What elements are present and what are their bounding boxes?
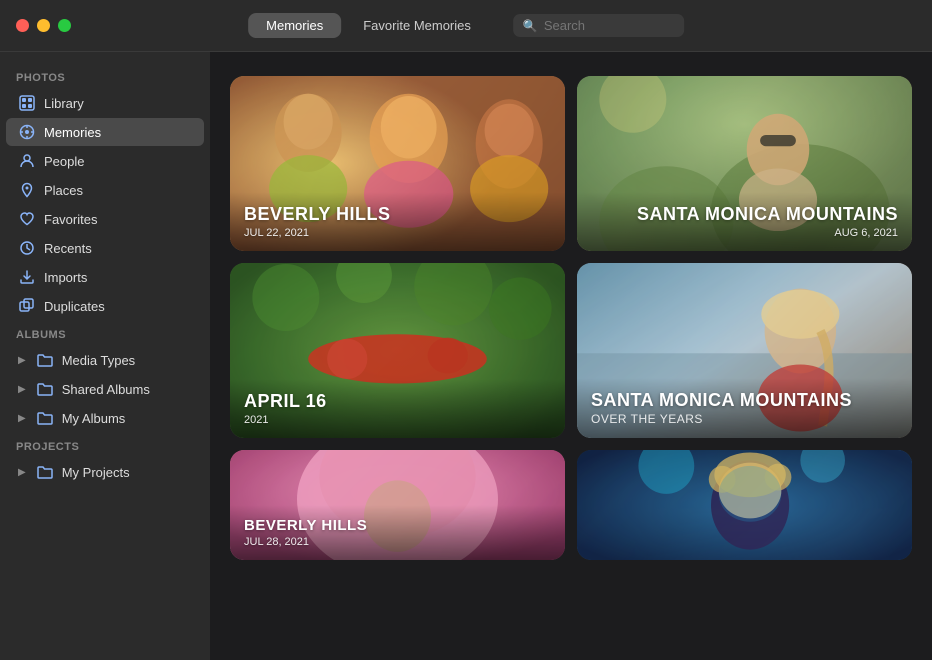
people-icon (18, 152, 36, 170)
sidebar-item-label: People (44, 154, 84, 169)
sidebar-item-label: Imports (44, 270, 87, 285)
memory-card-beverly-hills-1[interactable]: BEVERLY HILLS JUL 22, 2021 (230, 76, 565, 251)
sidebar-item-label: Favorites (44, 212, 97, 227)
sidebar-item-label: Shared Albums (62, 382, 150, 397)
memory-date: JUL 22, 2021 (244, 227, 551, 239)
albums-section-label: Albums (0, 321, 210, 345)
search-input[interactable] (544, 18, 674, 33)
memory-title: Santa Monica Mountains (591, 204, 898, 225)
search-icon: 🔍 (523, 19, 538, 33)
recents-icon (18, 239, 36, 257)
memory-title: Beverly Hills (244, 517, 551, 534)
memory-card-beverly-hills-2[interactable]: Beverly Hills JUL 28, 2021 (230, 450, 565, 560)
sidebar-item-label: My Albums (62, 411, 126, 426)
duplicates-icon (18, 297, 36, 315)
memory-card-concert[interactable] (577, 450, 912, 560)
expand-icon: ▶ (18, 355, 26, 366)
memory-card-santa-monica-2[interactable]: Santa Monica Mountains OVER THE YEARS (577, 263, 912, 438)
sidebar-item-places[interactable]: Places (6, 176, 204, 204)
folder-icon (36, 409, 54, 427)
card-overlay: BEVERLY HILLS JUL 22, 2021 (230, 192, 565, 251)
sidebar-item-recents[interactable]: Recents (6, 234, 204, 262)
memory-date: 2021 (244, 414, 551, 426)
sidebar-item-people[interactable]: People (6, 147, 204, 175)
sidebar-item-label: My Projects (62, 465, 130, 480)
memory-card-april16[interactable]: APRIL 16 2021 (230, 263, 565, 438)
memory-date: AUG 6, 2021 (591, 227, 898, 239)
memory-title: BEVERLY HILLS (244, 204, 551, 225)
sidebar-item-label: Places (44, 183, 83, 198)
memories-icon (18, 123, 36, 141)
library-icon (18, 94, 36, 112)
header-tabs: Memories Favorite Memories 🔍 (248, 13, 684, 38)
memory-date: JUL 28, 2021 (244, 536, 551, 548)
sidebar-item-label: Memories (44, 125, 101, 140)
card-overlay: Santa Monica Mountains OVER THE YEARS (577, 378, 912, 438)
memory-title: Santa Monica Mountains (591, 390, 898, 411)
sidebar-item-media-types[interactable]: ▶ Media Types (6, 346, 204, 374)
minimize-button[interactable] (37, 19, 50, 32)
shared-folder-icon (36, 380, 54, 398)
favorites-icon (18, 210, 36, 228)
close-button[interactable] (16, 19, 29, 32)
projects-section-label: Projects (0, 433, 210, 457)
expand-icon: ▶ (18, 384, 26, 395)
memory-card-santa-monica-1[interactable]: Santa Monica Mountains AUG 6, 2021 (577, 76, 912, 251)
card-artwork (577, 450, 912, 560)
folder-icon (36, 351, 54, 369)
sidebar-item-favorites[interactable]: Favorites (6, 205, 204, 233)
sidebar-item-imports[interactable]: Imports (6, 263, 204, 291)
content-area: BEVERLY HILLS JUL 22, 2021 (210, 52, 932, 660)
sidebar-item-shared-albums[interactable]: ▶ Shared Albums (6, 375, 204, 403)
memories-grid: BEVERLY HILLS JUL 22, 2021 (230, 76, 912, 560)
memory-title: APRIL 16 (244, 391, 551, 412)
sidebar: Photos Library (0, 52, 210, 660)
tab-favorite-memories[interactable]: Favorite Memories (345, 13, 489, 38)
sidebar-item-label: Duplicates (44, 299, 105, 314)
maximize-button[interactable] (58, 19, 71, 32)
sidebar-item-label: Library (44, 96, 84, 111)
sidebar-item-my-projects[interactable]: ▶ My Projects (6, 458, 204, 486)
memory-subtitle: OVER THE YEARS (591, 412, 898, 426)
imports-icon (18, 268, 36, 286)
title-bar: Memories Favorite Memories 🔍 (0, 0, 932, 52)
photos-section-label: Photos (0, 64, 210, 88)
sidebar-item-label: Recents (44, 241, 92, 256)
sidebar-item-library[interactable]: Library (6, 89, 204, 117)
expand-icon: ▶ (18, 467, 26, 478)
search-bar: 🔍 (513, 14, 684, 37)
expand-icon: ▶ (18, 413, 26, 424)
card-overlay: Santa Monica Mountains AUG 6, 2021 (577, 192, 912, 251)
sidebar-item-label: Media Types (62, 353, 135, 368)
places-icon (18, 181, 36, 199)
sidebar-item-memories[interactable]: Memories (6, 118, 204, 146)
card-overlay: Beverly Hills JUL 28, 2021 (230, 505, 565, 560)
sidebar-item-duplicates[interactable]: Duplicates (6, 292, 204, 320)
card-overlay: APRIL 16 2021 (230, 379, 565, 438)
main-layout: Photos Library (0, 52, 932, 660)
tab-memories[interactable]: Memories (248, 13, 341, 38)
window-controls (16, 19, 71, 32)
projects-folder-icon (36, 463, 54, 481)
sidebar-item-my-albums[interactable]: ▶ My Albums (6, 404, 204, 432)
